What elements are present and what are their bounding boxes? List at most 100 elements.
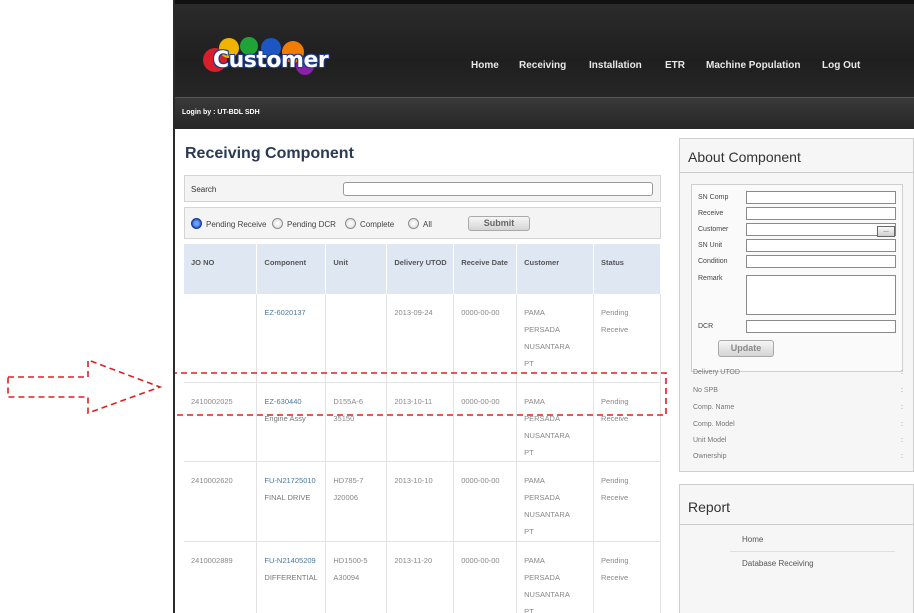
cell-status: Pending Receive [593, 461, 661, 542]
update-button[interactable]: Update [718, 340, 774, 357]
search-panel: Search [184, 175, 661, 202]
report-link-database-receiving[interactable]: Database Receiving [742, 559, 814, 568]
component-code-link[interactable]: EZ-6020137 [264, 304, 325, 321]
unit-sn: J20006 [333, 492, 358, 502]
column-header-customer[interactable]: Customer [516, 244, 595, 294]
table-row[interactable]: 2410002889 FU-N21405209 DIFFERENTIAL HD15… [184, 541, 661, 613]
table-row[interactable]: 2410002620 FU-N21725010 FINAL DRIVE HD785… [184, 461, 661, 542]
cell-status: Pending Receive [593, 541, 661, 613]
customer-line: PAMA [524, 555, 545, 565]
customer-line: PAMA [524, 308, 545, 317]
radio-all[interactable] [408, 218, 419, 229]
customer-line: PERSADA [524, 572, 560, 582]
nav-log-out[interactable]: Log Out [822, 60, 860, 71]
radio-pending-dcr[interactable] [272, 218, 283, 229]
customer-line: NUSANTARA [524, 589, 570, 599]
nav-home[interactable]: Home [471, 60, 499, 71]
customer-line: PT [524, 606, 534, 613]
customer-line: PERSADA [524, 492, 560, 502]
condition-field[interactable] [746, 255, 896, 268]
customer-line: NUSANTARA [524, 342, 570, 351]
label-remark: Remark [698, 275, 723, 282]
info-label: Ownership [693, 453, 727, 460]
component-desc: DIFFERENTIAL [264, 572, 318, 582]
cell-customer: PAMA PERSADA NUSANTARA PT [516, 541, 595, 613]
info-no-spb: No SPB: [693, 387, 903, 394]
label-receive: Receive [698, 210, 724, 217]
annotation-arrow-icon [7, 358, 163, 415]
info-unit-model: Unit Model: [693, 437, 903, 444]
cell-component[interactable]: EZ-6020137 [256, 294, 327, 383]
label-sn-comp: SN Comp [698, 194, 729, 201]
radio-complete[interactable] [345, 218, 356, 229]
label-customer: Customer [698, 226, 729, 233]
report-title: Report [688, 499, 731, 515]
component-code-link[interactable]: FU-N21405209 [264, 552, 325, 569]
report-panel: Report Home Database Receiving [679, 484, 914, 613]
report-link-home[interactable]: Home [742, 535, 763, 544]
column-header-delivery-utod[interactable]: Delivery UTOD [386, 244, 455, 294]
customer-line: PERSADA [524, 325, 560, 334]
cell-jo-no [184, 294, 258, 383]
column-header-jo-no[interactable]: JO NO [184, 244, 258, 294]
column-header-receive-date[interactable]: Receive Date [453, 244, 518, 294]
filter-panel: Pending Receive Pending DCR Complete All… [184, 207, 661, 239]
info-comp-name: Comp. Name: [693, 404, 903, 411]
label-dcr: DCR [698, 323, 714, 330]
customer-lookup-button[interactable]: ... [877, 226, 895, 237]
cell-unit: HD1500-5 A30094 [325, 541, 388, 613]
sn-comp-field[interactable] [746, 191, 896, 204]
radio-label-all: All [423, 220, 432, 229]
info-value: : [901, 453, 903, 460]
status-line: Pending [601, 555, 629, 565]
submit-button[interactable]: Submit [468, 216, 530, 231]
component-desc: FINAL DRIVE [264, 492, 311, 502]
status-line: Receive [601, 325, 629, 334]
cell-receive-date: 0000-00-00 [453, 541, 518, 613]
cell-delivery-utod: 2013-10-10 [386, 461, 455, 542]
info-value: : [901, 421, 903, 428]
info-value: : [901, 437, 903, 444]
info-label: No SPB [693, 387, 718, 394]
radio-label-pending-receive: Pending Receive [206, 220, 267, 229]
about-title: About Component [688, 149, 801, 165]
cell-delivery-utod: 2013-11-20 [386, 541, 455, 613]
receive-field[interactable] [746, 207, 896, 220]
column-header-status[interactable]: Status [593, 244, 661, 294]
cell-component[interactable]: FU-N21725010 FINAL DRIVE [256, 461, 327, 542]
nav-receiving[interactable]: Receiving [519, 60, 566, 71]
customer-line: PAMA [524, 475, 545, 485]
nav-etr[interactable]: ETR [665, 60, 685, 71]
login-bar: Login by : UT-BDL SDH [175, 97, 914, 129]
customer-line: PT [524, 526, 534, 536]
page-title: Receiving Component [185, 145, 354, 162]
radio-pending-receive[interactable] [191, 218, 202, 229]
about-component-panel: About Component SN Comp Receive Customer… [679, 138, 914, 472]
status-line: Pending [601, 308, 629, 317]
divider [680, 172, 913, 173]
row-highlight-box [175, 372, 667, 416]
customer-line: NUSANTARA [524, 509, 570, 519]
cell-component[interactable]: FU-N21405209 DIFFERENTIAL [256, 541, 327, 613]
search-label: Search [191, 185, 217, 194]
dcr-field[interactable] [746, 320, 896, 333]
search-input[interactable] [343, 182, 653, 196]
info-label: Comp. Model [693, 421, 735, 428]
cell-unit: HD785-7 J20006 [325, 461, 388, 542]
info-value: : [901, 404, 903, 411]
status-line: Receive [601, 492, 629, 502]
component-code-link[interactable]: FU-N21725010 [264, 472, 325, 489]
nav-machine-population[interactable]: Machine Population [706, 60, 800, 71]
column-header-component[interactable]: Component [256, 244, 327, 294]
cell-customer: PAMA PERSADA NUSANTARA PT [516, 461, 595, 542]
column-header-unit[interactable]: Unit [325, 244, 388, 294]
sn-unit-field[interactable] [746, 239, 896, 252]
cell-jo-no: 2410002620 [184, 461, 258, 542]
info-delivery-utod: Delivery UTOD: [693, 369, 903, 376]
cell-jo-no: 2410002889 [184, 541, 258, 613]
table-row[interactable]: EZ-6020137 2013-09-24 0000-00-00 PAMA PER… [184, 294, 661, 383]
remark-textarea[interactable] [746, 275, 896, 315]
status-line: Receive [601, 572, 629, 582]
nav-installation[interactable]: Installation [589, 60, 642, 71]
customer-field[interactable] [746, 223, 896, 236]
